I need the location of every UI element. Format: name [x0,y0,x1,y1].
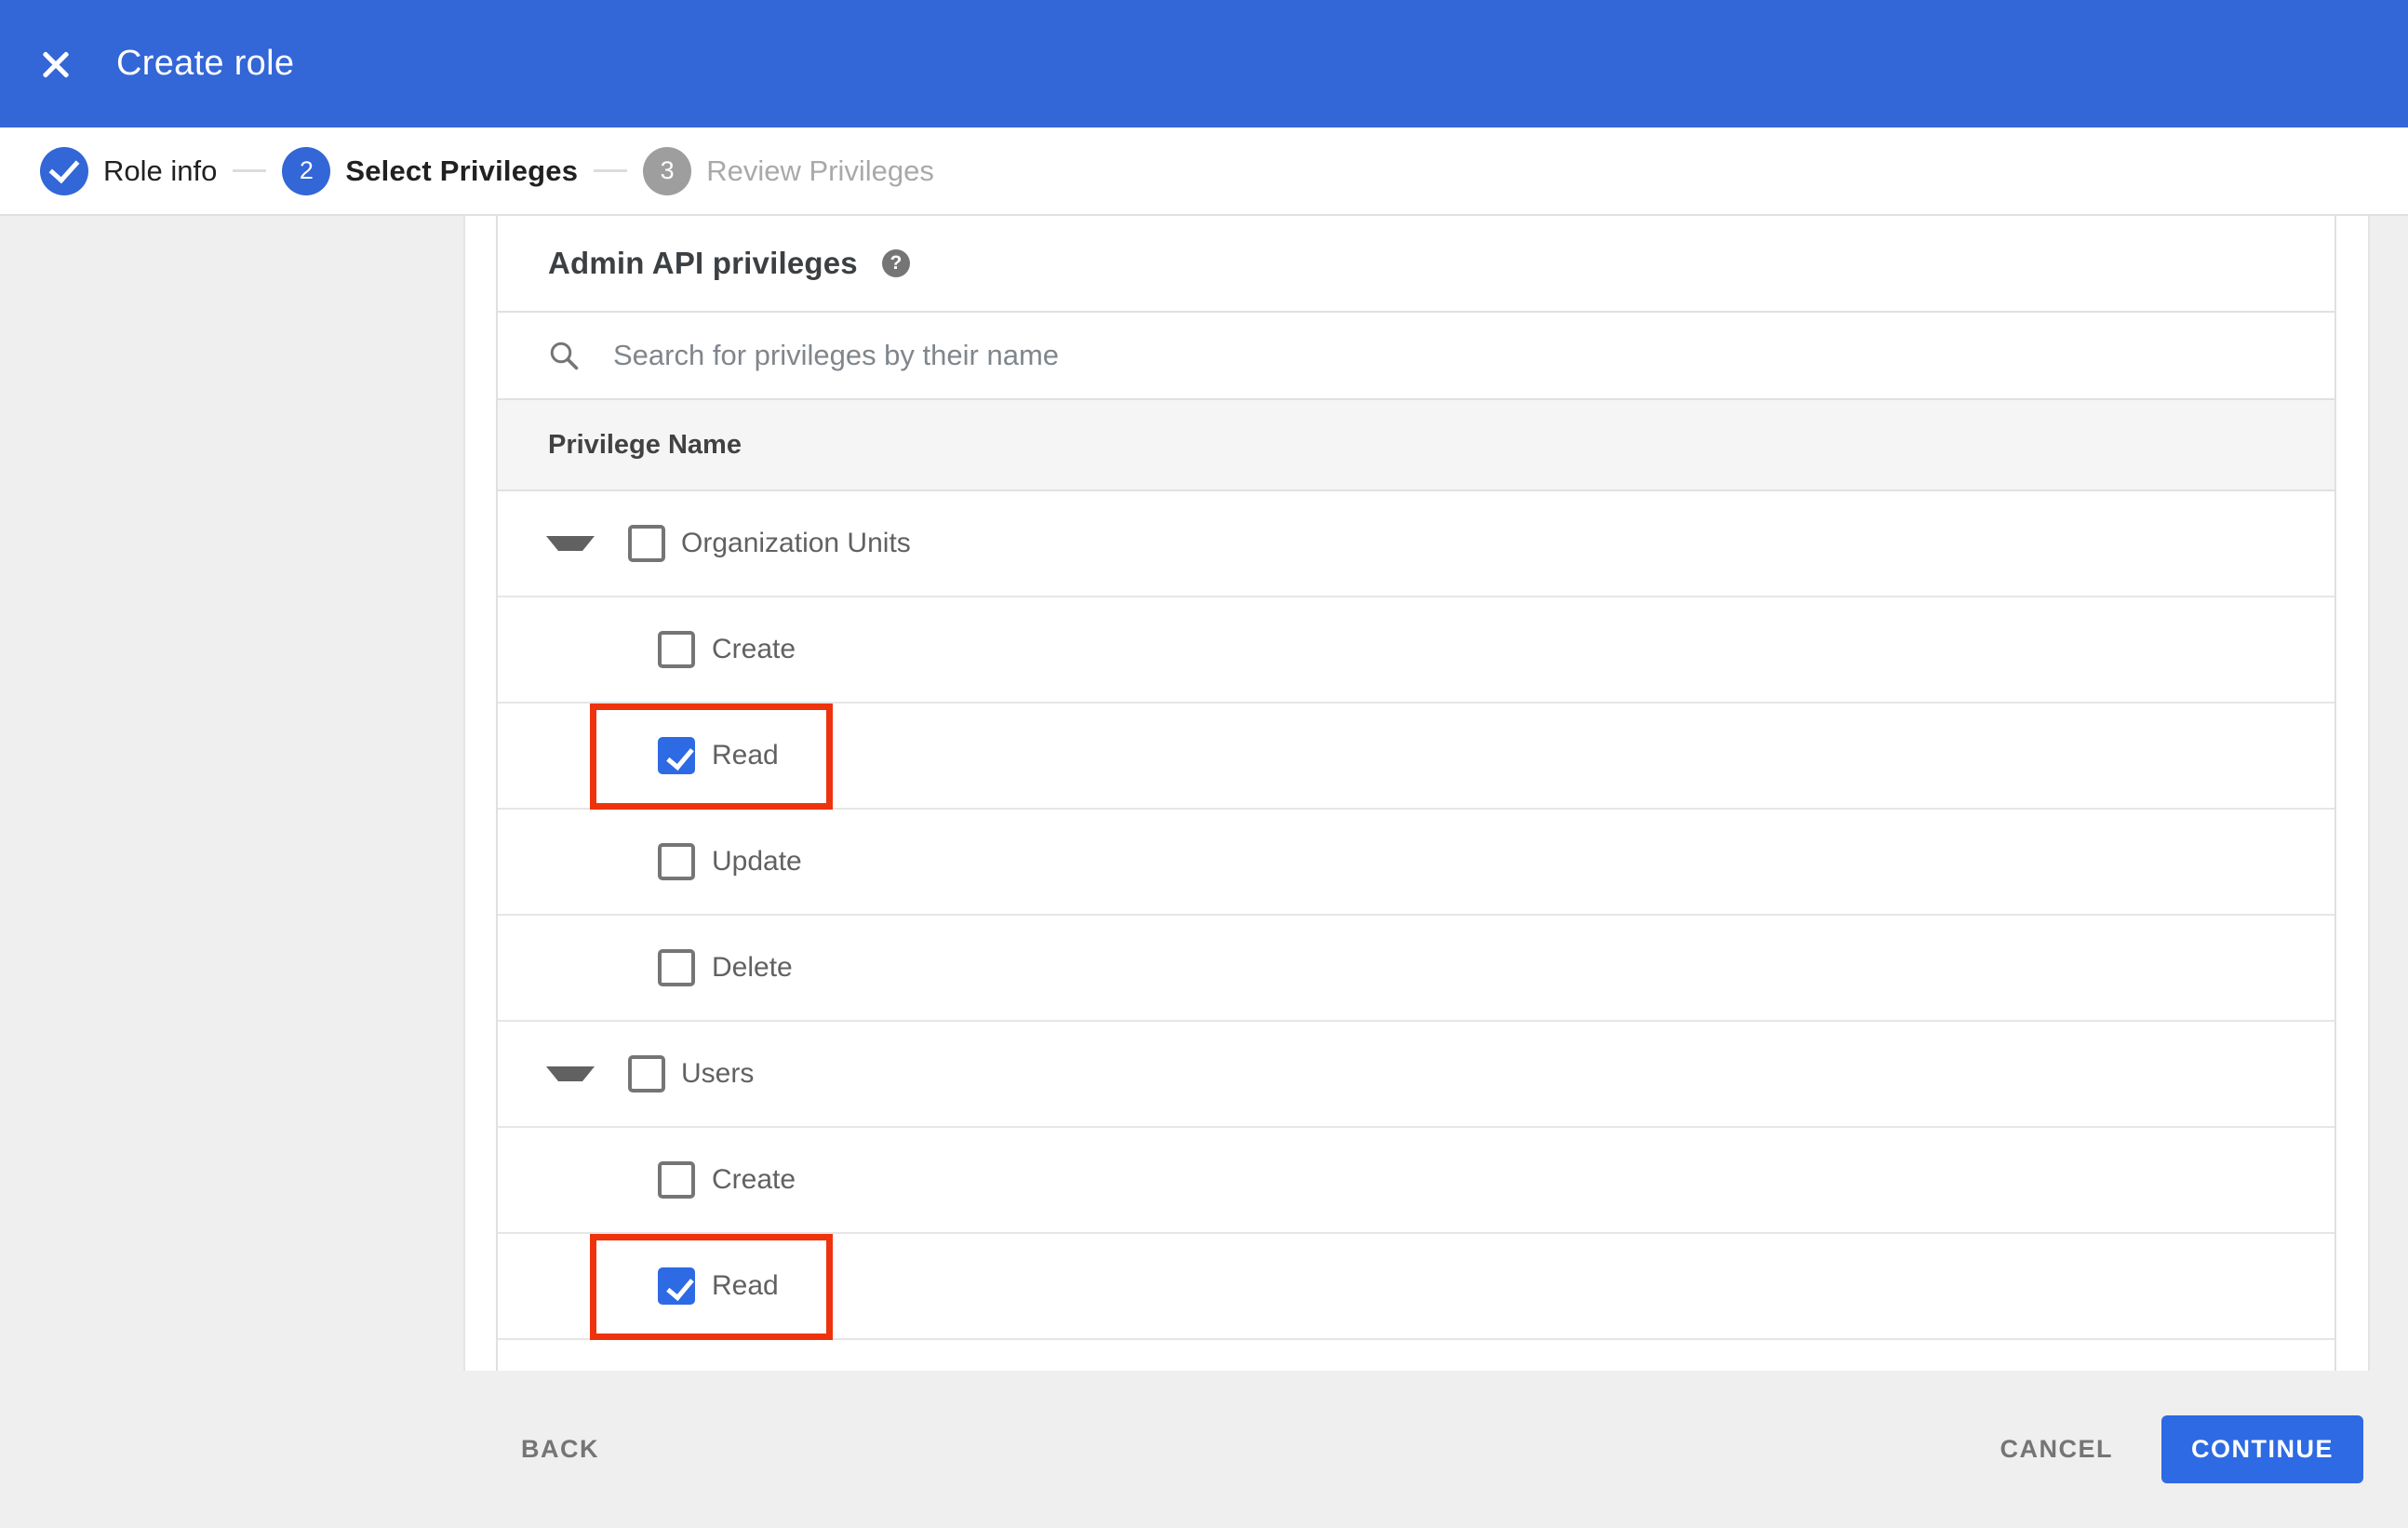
dialog-title: Create role [116,44,295,83]
footer-bar: BACK CANCEL CONTINUE [0,1371,2408,1528]
step-connector [233,169,267,172]
step-label: Role info [103,154,218,187]
privilege-checkbox[interactable] [658,1161,695,1199]
back-button[interactable]: BACK [521,1435,599,1464]
help-icon[interactable]: ? [881,249,910,277]
check-icon [48,152,80,184]
table-header-row: Privilege Name [498,400,2334,491]
privilege-label: Read [712,740,779,771]
clipped-row [498,1340,2334,1371]
step-complete-check-circle [40,146,88,195]
privilege-label: Create [712,1164,796,1195]
privilege-row: Read [498,704,2334,810]
column-header-privilege-name: Privilege Name [548,429,742,460]
privilege-label: Create [712,634,796,664]
close-icon[interactable] [42,50,70,78]
content-area: Admin API privileges ? Privilege Name Or… [0,216,2408,1371]
right-gutter-panel [2368,216,2408,1371]
privilege-group-label: Organization Units [681,528,911,558]
privilege-group-row: Organization Units [498,491,2334,597]
search-icon [550,342,579,370]
group-checkbox[interactable] [628,525,665,562]
search-row [498,313,2334,400]
collapse-triangle-icon[interactable] [546,536,595,551]
step-label: Review Privileges [706,154,934,187]
privilege-table-body: Organization Units Create Read Update De… [498,491,2334,1371]
titlebar: Create role [0,0,2408,127]
privilege-checkbox[interactable] [658,631,695,668]
privilege-row: Read [498,1234,2334,1340]
privilege-label: Delete [712,952,793,983]
privilege-row: Create [498,597,2334,704]
step-label: Select Privileges [345,154,579,187]
step-connector [594,169,628,172]
privilege-label: Read [712,1270,779,1301]
search-input[interactable] [611,338,2334,373]
collapse-triangle-icon[interactable] [546,1066,595,1081]
left-gutter-panel [0,216,465,1371]
create-role-dialog: Create role Role info 2 Select Privilege… [0,0,2408,1528]
privilege-checkbox[interactable] [658,1267,695,1305]
left-gap [465,216,496,1371]
section-title: Admin API privileges [548,246,858,280]
step-number-circle: 2 [282,146,331,195]
privilege-row: Delete [498,916,2334,1022]
privilege-group-label: Users [681,1058,755,1089]
privilege-group-row: Users [498,1022,2334,1128]
privilege-row: Create [498,1128,2334,1234]
privilege-checkbox[interactable] [658,949,695,986]
privilege-checkbox[interactable] [658,843,695,880]
privilege-row: Update [498,810,2334,916]
right-gap [2336,216,2368,1371]
privilege-label: Update [712,846,802,877]
stepper: Role info 2 Select Privileges 3 Review P… [0,127,2408,216]
step-review-privileges[interactable]: 3 Review Privileges [643,146,934,195]
privilege-checkbox[interactable] [658,737,695,774]
step-number-circle: 3 [643,146,692,195]
card-header: Admin API privileges ? [498,216,2334,313]
cancel-button[interactable]: CANCEL [2000,1435,2114,1464]
privileges-card: Admin API privileges ? Privilege Name Or… [496,216,2336,1371]
group-checkbox[interactable] [628,1055,665,1092]
step-select-privileges[interactable]: 2 Select Privileges [282,146,579,195]
continue-button[interactable]: CONTINUE [2161,1415,2363,1483]
step-role-info[interactable]: Role info [40,146,218,195]
